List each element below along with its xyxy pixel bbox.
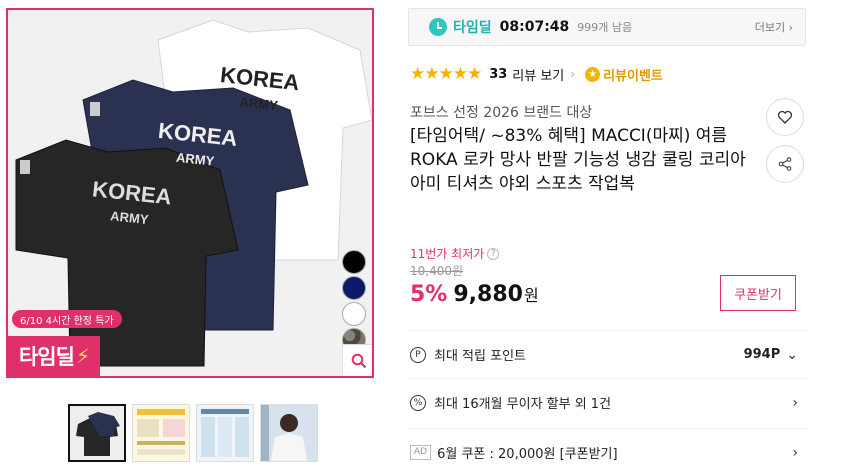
color-swatch-white[interactable]: [342, 302, 366, 326]
thumbnail-4[interactable]: [260, 404, 318, 462]
coupon-row-label: 6월 쿠폰 : 20,000원 [쿠폰받기]: [437, 447, 618, 462]
timedeal-logo: 타임딜 ⚡: [8, 336, 100, 376]
discount-rate: 5%: [410, 282, 448, 307]
zoom-button[interactable]: [342, 344, 372, 376]
star-rating-icon: ★★★★★: [410, 64, 482, 84]
points-label: 최대 적립 포인트: [434, 349, 526, 364]
installment-label: 최대 16개월 무이자 할부 외 1건: [434, 397, 612, 412]
coupon-button[interactable]: 쿠폰받기: [720, 275, 796, 311]
chevron-down-icon: ⌄: [786, 346, 798, 363]
price-unit: 원: [523, 286, 539, 305]
thumbnail-1[interactable]: [68, 404, 126, 462]
share-icon: [778, 157, 792, 171]
percent-icon: %: [410, 394, 426, 411]
timedeal-countdown: 08:07:48: [499, 19, 570, 35]
timedeal-label: 타임딜: [453, 20, 492, 36]
color-swatch-black[interactable]: [342, 250, 366, 274]
coupon-row[interactable]: AD 6월 쿠폰 : 20,000원 [쿠폰받기] ›: [408, 428, 806, 476]
ad-tag: AD: [410, 445, 432, 460]
color-swatch-navy[interactable]: [342, 276, 366, 300]
points-icon: P: [410, 346, 426, 363]
search-icon: [351, 353, 367, 369]
timedeal-more-link[interactable]: 더보기 ›: [755, 19, 793, 35]
chevron-right-icon: ›: [570, 67, 576, 81]
chevron-right-icon: ›: [792, 394, 798, 411]
price-row: 5% 9,880 원: [410, 282, 539, 307]
lightning-icon: ⚡: [75, 344, 90, 368]
thumbnail-2[interactable]: [132, 404, 190, 462]
product-title: [타임어택/ ~83% 혜택] MACCI(마찌) 여름 ROKA 로카 망사 …: [410, 126, 746, 194]
timedeal-remaining: 999개 남음: [577, 21, 633, 34]
help-icon[interactable]: ?: [487, 247, 500, 260]
heart-icon: [777, 110, 793, 124]
brand-award-line: 포브스 선정 2026 브랜드 대상: [410, 105, 593, 121]
original-price: 10,400원: [410, 264, 464, 278]
timedeal-more-label: 더보기: [754, 21, 786, 34]
chevron-right-icon: ›: [792, 444, 798, 461]
timedeal-logo-text: 타임딜: [18, 345, 75, 369]
clock-icon: [429, 18, 447, 36]
points-value: 994P: [743, 347, 781, 362]
lowest-price-text: 11번가 최저가: [410, 247, 485, 261]
share-button[interactable]: [766, 145, 804, 183]
points-row[interactable]: P 최대 적립 포인트 994P ⌄: [408, 330, 806, 378]
review-count: 33: [489, 66, 508, 82]
timedeal-bar[interactable]: 타임딜 08:07:48 999개 남음 더보기 ›: [408, 8, 806, 46]
lowest-price-label: 11번가 최저가 ?: [410, 245, 500, 262]
sale-price: 9,880: [453, 282, 523, 307]
rating-row: ★★★★★ 33 리뷰 보기 › ★ 리뷰이벤트: [410, 64, 663, 84]
limited-time-badge: 6/10 4시간 한정 특가: [12, 310, 122, 328]
thumbnail-strip: [68, 404, 318, 462]
review-link[interactable]: 리뷰 보기: [512, 65, 564, 84]
chevron-right-icon: ›: [788, 21, 793, 34]
coin-icon: ★: [585, 66, 601, 82]
installment-row[interactable]: % 최대 16개월 무이자 할부 외 1건 ›: [408, 378, 806, 426]
main-product-image[interactable]: KOREA ARMY KOREA ARMY KOREA ARMY 6/10 4시…: [6, 8, 374, 378]
review-event-link[interactable]: 리뷰이벤트: [603, 65, 663, 84]
wishlist-button[interactable]: [766, 98, 804, 136]
thumbnail-3[interactable]: [196, 404, 254, 462]
